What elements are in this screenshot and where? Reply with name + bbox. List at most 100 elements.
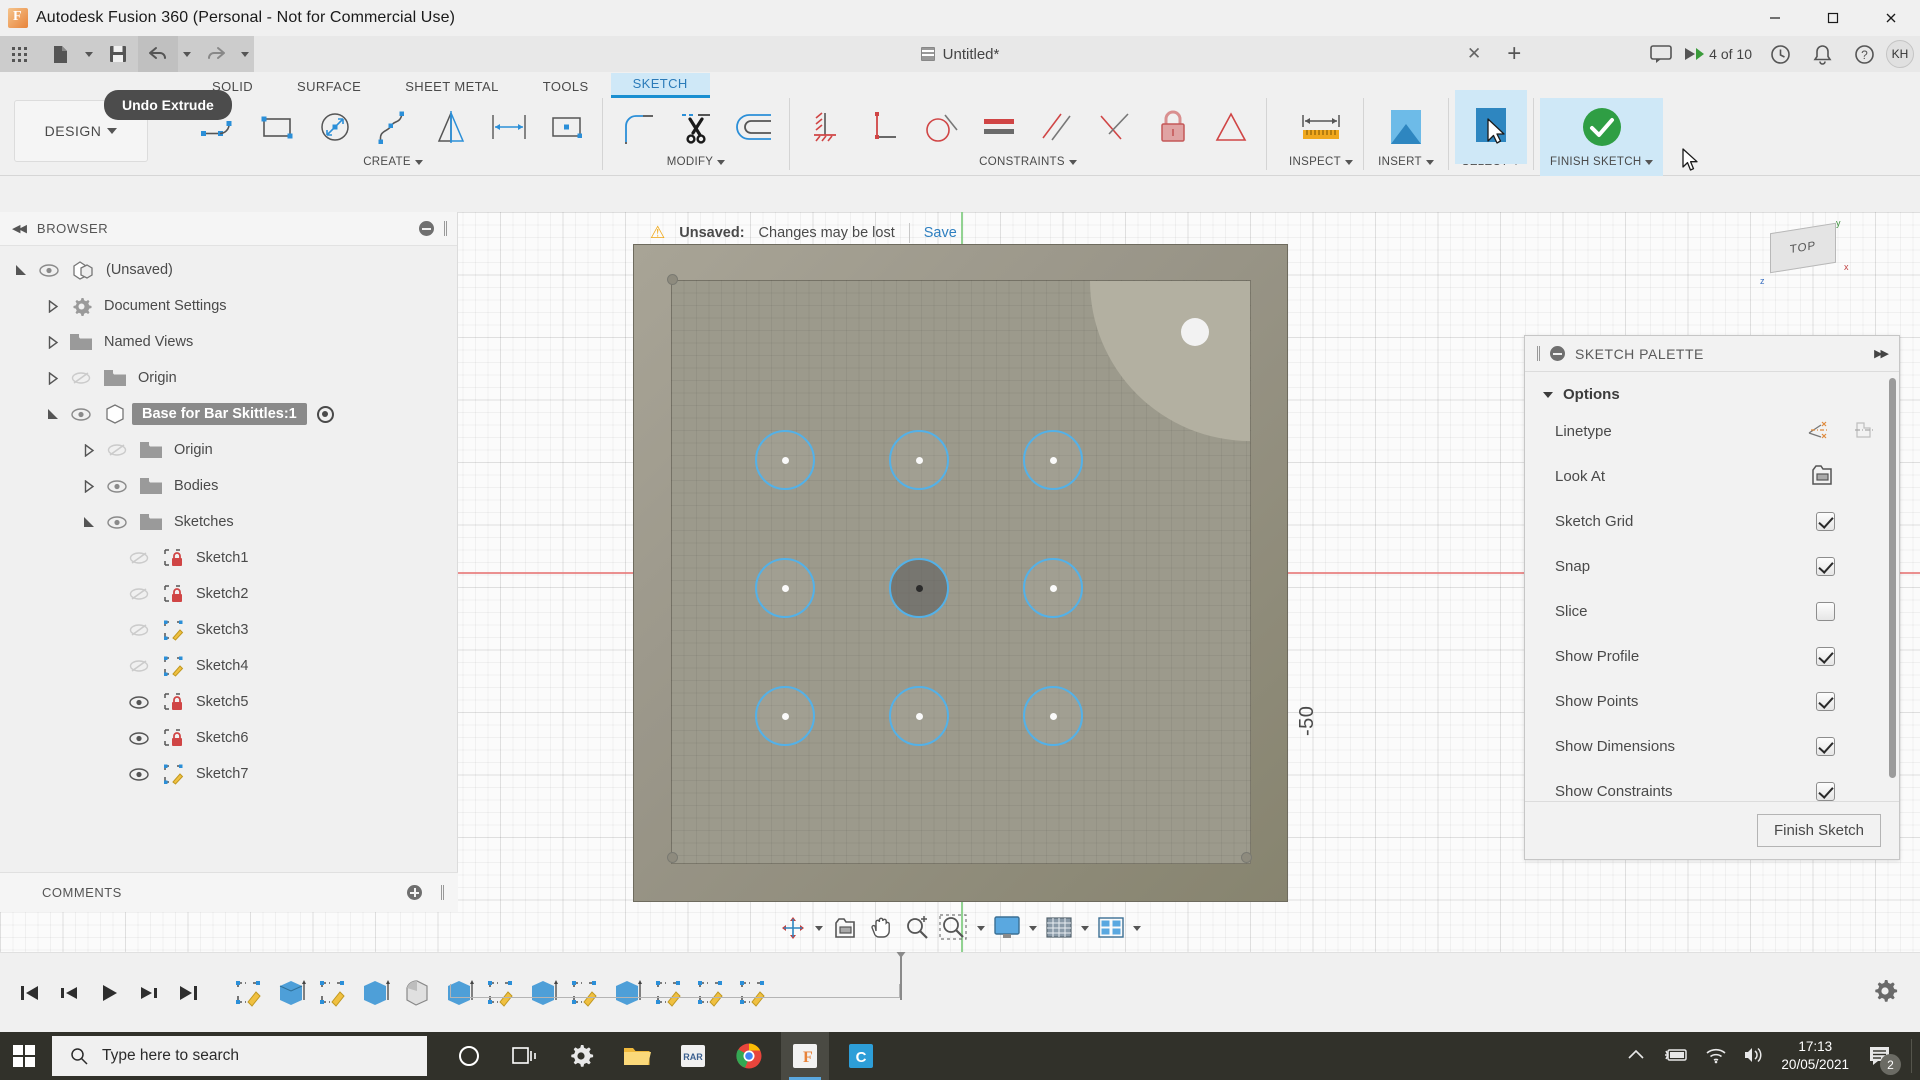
expander-expanded-icon[interactable] (10, 264, 32, 277)
sketch-circle[interactable] (1023, 686, 1083, 746)
task-view-icon[interactable] (501, 1032, 549, 1080)
sketch-circle[interactable] (889, 686, 949, 746)
view-cube[interactable]: TOP y x z (1752, 218, 1862, 296)
new-tab-button[interactable]: + (1493, 40, 1535, 68)
viewports-dropdown[interactable] (1130, 911, 1144, 945)
dimension-label[interactable]: -50 (1296, 706, 1319, 736)
search-input[interactable]: Type here to search (52, 1036, 427, 1076)
tree-node-bodies[interactable]: Bodies (0, 468, 457, 504)
timeline-fillet-feature[interactable] (396, 972, 438, 1014)
viewports-button[interactable] (1094, 911, 1128, 945)
maximize-button[interactable] (1804, 0, 1862, 36)
cura-icon[interactable]: C (837, 1032, 885, 1080)
close-button[interactable] (1862, 0, 1920, 36)
tree-node-origin-root[interactable]: Origin (0, 360, 457, 396)
finish-sketch-button[interactable] (1566, 90, 1638, 164)
symmetry-constraint-button[interactable] (1202, 99, 1260, 155)
timeline-sketch-feature[interactable] (312, 972, 354, 1014)
chrome-icon[interactable] (725, 1032, 773, 1080)
visibility-eye-icon[interactable] (122, 731, 156, 745)
expander-expanded-icon[interactable] (78, 516, 100, 529)
expander-collapsed-icon[interactable] (42, 371, 64, 385)
new-document-dropdown[interactable] (80, 36, 98, 72)
comment-icon[interactable] (1641, 37, 1681, 71)
avatar[interactable]: KH (1886, 40, 1914, 68)
chevron-down-icon[interactable] (1068, 159, 1077, 165)
job-status-button[interactable]: 4 of 10 (1683, 45, 1758, 63)
palette-row-snap[interactable]: Snap (1525, 544, 1899, 589)
options-section-header[interactable]: Options (1525, 378, 1899, 409)
sketch-circle[interactable] (755, 430, 815, 490)
show-dimensions-checkbox[interactable] (1816, 737, 1835, 756)
timeline-sketch-feature[interactable] (228, 972, 270, 1014)
settings-icon[interactable] (557, 1032, 605, 1080)
tab-sheet-metal[interactable]: SHEET METAL (383, 76, 521, 98)
minus-circle-icon[interactable] (1550, 346, 1565, 361)
fix-ground-constraint-button[interactable] (796, 99, 854, 155)
chevron-down-icon[interactable] (1645, 159, 1654, 165)
volume-icon[interactable] (1743, 1046, 1765, 1067)
perpendicular-constraint-button[interactable] (854, 99, 912, 155)
palette-row-slice[interactable]: Slice (1525, 589, 1899, 634)
redo-button[interactable] (196, 36, 236, 72)
battery-icon[interactable] (1661, 1047, 1689, 1066)
dimension-tool-button[interactable] (480, 99, 538, 155)
tree-node-named-views[interactable]: Named Views (0, 324, 457, 360)
notifications-icon[interactable] (1802, 37, 1842, 71)
tree-node-sketch3[interactable]: Sketch3 (0, 612, 457, 648)
timeline-settings-button[interactable] (1872, 978, 1920, 1007)
show-hidden-icons-icon[interactable] (1627, 1048, 1645, 1065)
sketch-circle[interactable] (1023, 430, 1083, 490)
expand-right-icon[interactable]: ▶▶ (1874, 347, 1889, 360)
tree-node-unsaved[interactable]: (Unsaved) (0, 252, 457, 288)
windows-start-icon[interactable] (0, 1032, 48, 1080)
drag-grip-icon[interactable] (444, 221, 447, 236)
step-back-button[interactable] (56, 980, 82, 1006)
tree-node-document-settings[interactable]: Document Settings (0, 288, 457, 324)
minimize-button[interactable] (1746, 0, 1804, 36)
mirror-tool-button[interactable] (422, 99, 480, 155)
sketch-circle[interactable] (1023, 558, 1083, 618)
show-points-checkbox[interactable] (1816, 692, 1835, 711)
zoom-button[interactable] (900, 911, 934, 945)
tree-node-base-for-bar-skittles[interactable]: Base for Bar Skittles:1 (0, 396, 457, 432)
visibility-hidden-icon[interactable] (100, 443, 134, 457)
grid-snaps-button[interactable] (1042, 911, 1076, 945)
visibility-eye-icon[interactable] (32, 263, 66, 277)
tree-node-sketch1[interactable]: Sketch1 (0, 540, 457, 576)
activate-component-radio[interactable] (316, 405, 334, 423)
display-settings-button[interactable] (990, 911, 1024, 945)
construction-line-icon[interactable] (1807, 419, 1831, 445)
select-tool-button[interactable] (1455, 90, 1527, 164)
comments-panel-header[interactable]: COMMENTS (0, 872, 458, 912)
tree-node-sketch7[interactable]: Sketch7 (0, 756, 457, 792)
show-profile-checkbox[interactable] (1816, 647, 1835, 666)
fusion360-icon[interactable]: F (781, 1032, 829, 1080)
wifi-icon[interactable] (1705, 1046, 1727, 1067)
slice-checkbox[interactable] (1816, 602, 1835, 621)
grid-snaps-dropdown[interactable] (1078, 911, 1092, 945)
timeline-extrude-feature[interactable] (354, 972, 396, 1014)
measure-tool-button[interactable] (1285, 90, 1357, 164)
zoom-dropdown[interactable] (974, 911, 988, 945)
midpoint-constraint-button[interactable] (1086, 99, 1144, 155)
tab-tools[interactable]: TOOLS (521, 76, 611, 98)
palette-scrollbar[interactable] (1889, 378, 1896, 778)
orbit-button[interactable] (776, 911, 810, 945)
tab-sketch[interactable]: SKETCH (610, 73, 710, 98)
tree-node-component-origin[interactable]: Origin (0, 432, 457, 468)
redo-dropdown[interactable] (236, 36, 254, 72)
visibility-hidden-icon[interactable] (122, 551, 156, 565)
visibility-eye-icon[interactable] (100, 515, 134, 529)
centerline-icon[interactable] (1853, 419, 1877, 445)
expander-collapsed-icon[interactable] (78, 443, 100, 457)
minus-circle-icon[interactable] (419, 221, 434, 236)
tree-node-sketch5[interactable]: Sketch5 (0, 684, 457, 720)
look-at-button[interactable] (828, 911, 862, 945)
palette-row-show-constraints[interactable]: Show Constraints (1525, 769, 1899, 801)
fillet-tool-button[interactable] (609, 99, 667, 155)
spline-tool-button[interactable] (364, 99, 422, 155)
tree-node-sketch6[interactable]: Sketch6 (0, 720, 457, 756)
palette-row-sketch-grid[interactable]: Sketch Grid (1525, 499, 1899, 544)
view-cube-top-face[interactable]: TOP (1770, 222, 1836, 274)
